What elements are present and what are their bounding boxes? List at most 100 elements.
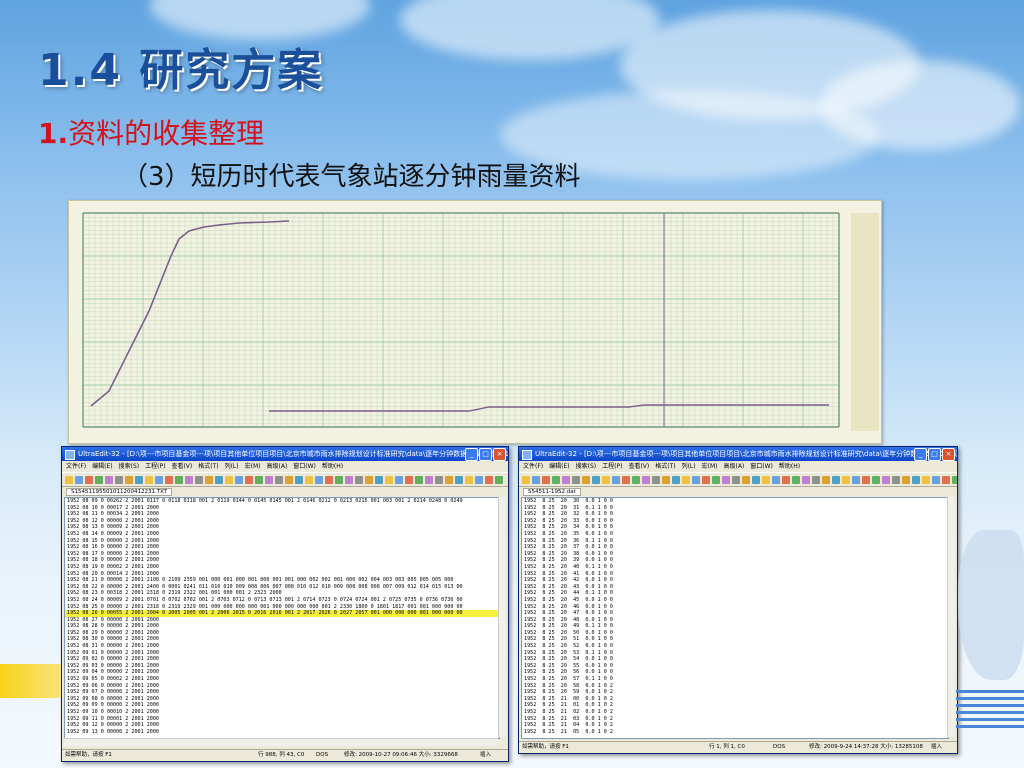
text-line[interactable]: 1952 08 18 0 00000 2 2001 2000 (65, 557, 499, 564)
toolbar-button-icon[interactable] (762, 475, 770, 484)
toolbar-button-icon[interactable] (145, 475, 153, 484)
toolbar-button-icon[interactable] (385, 475, 393, 484)
menu-item[interactable]: 帮助(H) (322, 463, 343, 470)
ultraedit-window-right[interactable]: UltraEdit-32 - [D:\项---市项目基金项---项\项目其他单位… (518, 446, 958, 754)
toolbar-button-icon[interactable] (542, 475, 550, 484)
toolbar-button-icon[interactable] (632, 475, 640, 484)
menu-item[interactable]: 高级(A) (723, 463, 744, 470)
text-line[interactable]: 1952 08 15 0 00000 2 2001 2000 (65, 538, 499, 545)
toolbar-button-icon[interactable] (295, 475, 303, 484)
text-line[interactable]: 1952 8 25 20 51 0.0 1 0 0 (522, 636, 948, 643)
text-line[interactable]: 1952 8 25 21 01 0.0 1 0 2 (522, 702, 948, 709)
text-line[interactable]: 1952 08 21 0 00000 2 2001 2108 0 2109 23… (65, 577, 499, 584)
text-line[interactable]: 1952 8 25 20 37 0.0 1 0 0 (522, 544, 948, 551)
toolbar-button-icon[interactable] (355, 475, 363, 484)
toolbar-button-icon[interactable] (465, 475, 473, 484)
toolbar-button-icon[interactable] (952, 475, 957, 484)
text-line[interactable]: 1952 09 13 0 00000 2 2001 2000 (65, 729, 499, 736)
toolbar-button-icon[interactable] (175, 475, 183, 484)
text-line[interactable]: 1952 09 12 0 00000 2 2001 2000 (65, 722, 499, 729)
text-line[interactable]: 1952 09 05 0 00002 2 2001 2000 (65, 676, 499, 683)
text-line[interactable]: 1952 8 25 20 39 0.0 1 0 0 (522, 557, 948, 564)
toolbar-button-icon[interactable] (582, 475, 590, 484)
toolbar-button-icon[interactable] (792, 475, 800, 484)
toolbar-button-icon[interactable] (862, 475, 870, 484)
maximize-button[interactable]: □ (479, 448, 492, 461)
text-line[interactable]: 1952 8 25 20 49 0.1 1 0 0 (522, 623, 948, 630)
text-line[interactable]: 1952 8 25 21 03 0.0 1 0 2 (522, 716, 948, 723)
toolbar-button-icon[interactable] (405, 475, 413, 484)
toolbar-button-icon[interactable] (832, 475, 840, 484)
toolbar-button-icon[interactable] (722, 475, 730, 484)
menu-item[interactable]: 格式(T) (198, 463, 218, 470)
toolbar-button-icon[interactable] (105, 475, 113, 484)
text-line[interactable]: 1952 08 13 0 00009 2 2001 2000 (65, 524, 499, 531)
toolbar-button-icon[interactable] (562, 475, 570, 484)
text-line[interactable]: 1952 8 25 20 44 0.1 1 0 0 (522, 590, 948, 597)
toolbar-button-icon[interactable] (205, 475, 213, 484)
text-line[interactable]: 1952 8 25 20 45 0.0 1 0 0 (522, 597, 948, 604)
text-line[interactable]: 1952 8 25 20 53 0.1 1 0 0 (522, 650, 948, 657)
text-line[interactable]: 1952 8 25 20 32 0.0 1 0 0 (522, 511, 948, 518)
toolbar-button-icon[interactable] (692, 475, 700, 484)
toolbar-button-icon[interactable] (335, 475, 343, 484)
toolbar-button-icon[interactable] (125, 475, 133, 484)
toolbar-button-icon[interactable] (622, 475, 630, 484)
toolbar-button-icon[interactable] (165, 475, 173, 484)
toolbar-button-icon[interactable] (395, 475, 403, 484)
menu-item[interactable]: 高级(A) (266, 463, 287, 470)
text-line[interactable]: 1952 09 06 0 00000 2 2001 2000 (65, 683, 499, 690)
text-line[interactable]: 1952 08 31 0 00000 2 2001 2000 (65, 643, 499, 650)
text-line[interactable]: 1952 09 10 0 00010 2 2001 2000 (65, 709, 499, 716)
toolbar-button-icon[interactable] (822, 475, 830, 484)
toolbar-button-icon[interactable] (732, 475, 740, 484)
toolbar-button-icon[interactable] (682, 475, 690, 484)
toolbar-button-icon[interactable] (245, 475, 253, 484)
text-line[interactable]: 1952 8 25 20 38 0.0 1 0 0 (522, 551, 948, 558)
toolbar-button-icon[interactable] (852, 475, 860, 484)
text-line[interactable]: 1952 08 14 0 00009 2 2001 2000 (65, 531, 499, 538)
text-line[interactable]: 1952 8 25 20 59 0.0 1 0 2 (522, 689, 948, 696)
toolbar-button-icon[interactable] (522, 475, 530, 484)
toolbar-button-icon[interactable] (275, 475, 283, 484)
text-line[interactable]: 1952 09 03 0 00000 2 2001 2000 (65, 663, 499, 670)
text-line[interactable]: 1952 8 25 20 52 0.0 1 0 0 (522, 643, 948, 650)
toolbar-button-icon[interactable] (902, 475, 910, 484)
text-line[interactable]: 1952 8 25 20 41 0.0 1 0 0 (522, 571, 948, 578)
menu-item[interactable]: 编辑(E) (549, 463, 569, 470)
toolbar-button-icon[interactable] (602, 475, 610, 484)
close-button[interactable]: × (942, 448, 955, 461)
menu-item[interactable]: 工程(P) (145, 463, 165, 470)
text-line[interactable]: 1952 8 25 21 00 0.0 1 0 2 (522, 696, 948, 703)
menu-item[interactable]: 帮助(H) (779, 463, 800, 470)
toolbar-button-icon[interactable] (495, 475, 503, 484)
text-line[interactable]: 1952 08 16 0 00000 2 2001 2000 (65, 544, 499, 551)
text-line[interactable]: 1952 09 08 0 00000 2 2001 2000 (65, 696, 499, 703)
menu-item[interactable]: 查看(V) (628, 463, 649, 470)
text-line[interactable]: 1952 8 25 20 54 0.0 1 0 0 (522, 656, 948, 663)
text-line[interactable]: 1952 08 24 0 00009 2 2001 0701 0 0702 07… (65, 597, 499, 604)
toolbar-button-icon[interactable] (285, 475, 293, 484)
file-tab-label[interactable]: S54511-1952.dat (523, 488, 581, 496)
toolbar-button-icon[interactable] (592, 475, 600, 484)
toolbar-button-icon[interactable] (225, 475, 233, 484)
toolbar-button-icon[interactable] (612, 475, 620, 484)
text-line[interactable]: 1952 09 02 0 00000 2 2001 2000 (65, 656, 499, 663)
text-line[interactable]: 1952 8 25 20 56 0.0 1 0 0 (522, 669, 948, 676)
minimize-button[interactable]: _ (465, 448, 478, 461)
toolbar-button-icon[interactable] (812, 475, 820, 484)
toolbar-button-icon[interactable] (65, 475, 73, 484)
text-line[interactable]: 1952 09 01 0 00000 2 2001 2000 (65, 650, 499, 657)
text-line[interactable]: 1952 8 25 20 30 0.0 1 0 0 (522, 498, 948, 505)
text-line[interactable]: 1952 8 25 20 31 0.1 1 0 0 (522, 505, 948, 512)
text-line[interactable]: 1952 09 07 0 00000 2 2001 2000 (65, 689, 499, 696)
text-line[interactable]: 1952 09 09 0 00000 2 2001 2000 (65, 702, 499, 709)
text-line[interactable]: 1952 8 25 21 04 0.0 1 0 2 (522, 722, 948, 729)
text-line[interactable]: 1952 08 26 0 00055 2 2001 2004 0 2005 20… (65, 610, 499, 617)
menu-item[interactable]: 宏(M) (702, 463, 718, 470)
toolbar-button-icon[interactable] (772, 475, 780, 484)
toolbar-button-icon[interactable] (445, 475, 453, 484)
text-line[interactable]: 1952 08 17 0 00000 2 2001 2000 (65, 551, 499, 558)
menu-item[interactable]: 文件(F) (523, 463, 543, 470)
vertical-scrollbar[interactable] (498, 497, 506, 737)
